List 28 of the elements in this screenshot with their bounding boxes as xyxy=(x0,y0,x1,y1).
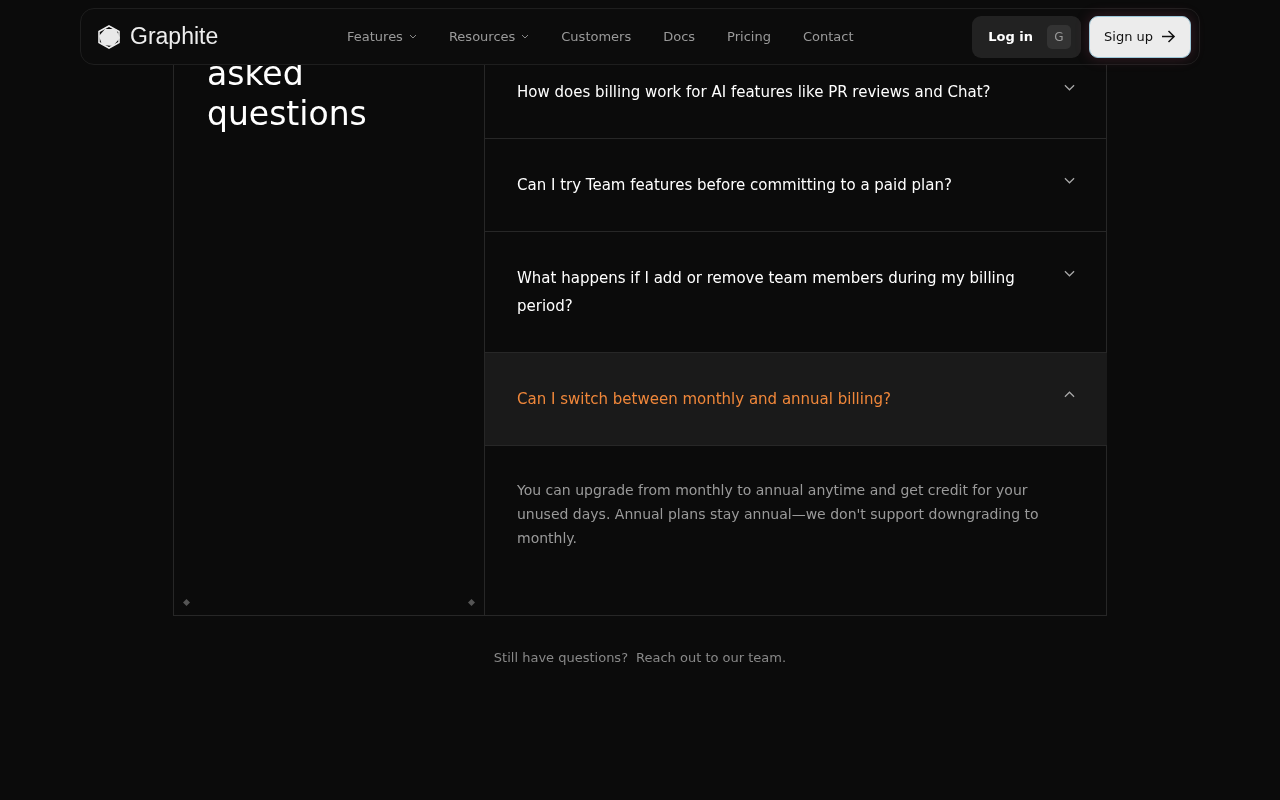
faq-question[interactable]: What happens if I add or remove team members during my billing period? xyxy=(517,264,1075,320)
chevron-down-icon xyxy=(1064,177,1075,184)
nav-link[interactable]: Customers xyxy=(561,29,632,44)
reach-out-link[interactable]: Reach out to our team. xyxy=(636,650,787,665)
hexagon-logo-icon[interactable] xyxy=(96,23,122,50)
nav-link[interactable]: Resources xyxy=(448,29,530,44)
footer-text: Still have questions? xyxy=(493,650,629,665)
signup-button[interactable]: Sign up xyxy=(1089,15,1191,58)
faq-question[interactable]: Can I switch between monthly and annual billing? xyxy=(517,385,1075,413)
section-heading: asked questions xyxy=(207,54,368,134)
nav-link[interactable]: Docs xyxy=(663,29,696,44)
arrow-right-icon xyxy=(1161,30,1176,43)
diamond-icon xyxy=(468,599,475,606)
shortcut-key: G xyxy=(1047,24,1071,49)
faq-question[interactable]: How does billing work for AI features like PR reviews and Chat? xyxy=(517,78,1075,106)
chevron-down-icon xyxy=(1064,270,1075,277)
brand-name[interactable]: Graphite xyxy=(130,23,219,50)
nav-link[interactable]: Pricing xyxy=(727,29,771,44)
chevron-down-icon xyxy=(521,34,530,39)
chevron-down-icon xyxy=(1064,84,1075,91)
nav-link[interactable]: Contact xyxy=(802,29,854,44)
faq-question[interactable]: Can I try Team features before committing to a paid plan? xyxy=(517,171,1075,199)
nav-link[interactable]: Features xyxy=(347,29,417,44)
chevron-down-icon xyxy=(408,34,417,39)
login-button[interactable]: Log in G xyxy=(972,15,1081,58)
chevron-up-icon xyxy=(1064,391,1075,398)
faq-answer: You can upgrade from monthly to annual anytime and get credit for your unused days. Annual plans stay annual—we don't support downgrading to monthly. xyxy=(516,481,1040,548)
diamond-icon xyxy=(183,599,190,606)
